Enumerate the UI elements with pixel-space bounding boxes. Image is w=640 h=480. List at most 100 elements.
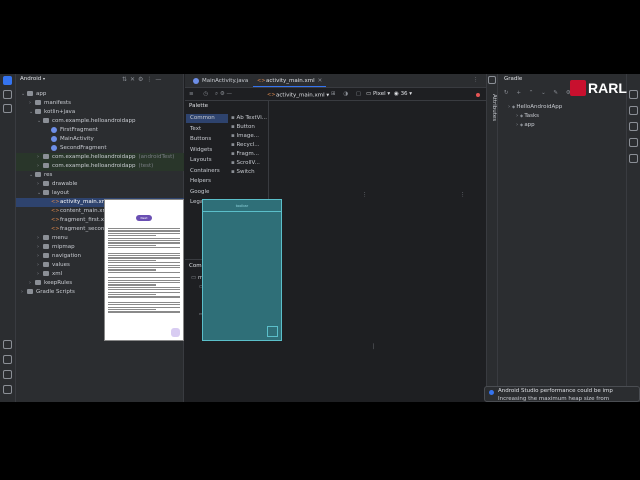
error-indicator-icon[interactable]	[476, 93, 480, 97]
folder-icon	[35, 109, 41, 114]
preview-text-line	[108, 294, 156, 296]
preview-text-line	[108, 269, 156, 271]
notification-body: Increasing the maximum heap size from	[498, 396, 610, 402]
gradle-toolbar-icons[interactable]: ↻ + ⌃ ⌄ ✎ ⚙	[504, 90, 574, 97]
palette-widget[interactable]: ▪ Switch	[231, 168, 255, 177]
attributes-strip[interactable]: Attributes	[486, 74, 497, 402]
palette-category[interactable]: Google	[186, 188, 228, 197]
performance-notification[interactable]: Android Studio performance could be imp …	[484, 386, 640, 402]
tab-activity-main[interactable]: <>activity_main.xml ✕	[253, 76, 327, 87]
gradle-tree-row[interactable]: › ◆ app	[516, 122, 535, 129]
layout-file-selector[interactable]: <>activity_main.xml ▾	[267, 92, 329, 99]
preview-text-line	[108, 244, 156, 246]
palette-category[interactable]: Widgets	[186, 146, 228, 155]
project-tool-icon[interactable]	[3, 76, 12, 85]
api-selector[interactable]: ◉ 36 ▾	[394, 91, 412, 98]
preview-text-line	[108, 296, 180, 298]
commit-tool-icon[interactable]	[3, 90, 12, 99]
palette-widget[interactable]: ▪ Fragm...	[231, 150, 259, 159]
folder-icon	[43, 271, 49, 276]
tree-item-label: SecondFragment	[60, 145, 107, 151]
palette-category[interactable]: Buttons	[186, 135, 228, 144]
preview-text-line	[108, 284, 156, 286]
preview-text-line	[108, 291, 180, 293]
running-devices-icon[interactable]	[629, 154, 638, 163]
preview-text-line	[108, 271, 180, 273]
build-tool-icon[interactable]	[3, 340, 12, 349]
tree-item[interactable]: › drawable	[16, 180, 184, 189]
terminal-tool-icon[interactable]	[3, 370, 12, 379]
tree-item-label: manifests	[44, 100, 71, 106]
widget-label: ScrollV...	[236, 160, 260, 166]
palette-toggle-icon[interactable]	[488, 76, 496, 84]
palette-category[interactable]: Common	[186, 114, 228, 123]
tree-item[interactable]: ⌄ com.example.helloandroidapp	[16, 117, 184, 126]
palette-search-icon[interactable]: ⌕ ⚙ —	[215, 91, 232, 98]
gradle-tree-row[interactable]: › ◆ Tasks	[516, 113, 539, 120]
layout-preview[interactable]: Next	[104, 199, 184, 341]
notification-title: Android Studio performance could be imp	[498, 388, 613, 394]
preview-fab[interactable]	[171, 328, 180, 337]
tree-item[interactable]: SecondFragment	[16, 144, 184, 153]
preview-text-line	[108, 289, 180, 291]
blueprint-more-icon[interactable]: ⋮	[460, 192, 466, 199]
palette-widget[interactable]: ▪ Button	[231, 123, 255, 132]
preview-text-line	[108, 237, 180, 239]
toolbar-left-icons[interactable]: ≡ ◷	[189, 91, 212, 98]
device-label: Pixel	[372, 91, 386, 97]
view-mode-icons[interactable]: ⊞ ◑ ▢	[331, 91, 364, 98]
tree-item[interactable]: ⌄ kotlin+java	[16, 108, 184, 117]
component-icon: ▭	[191, 275, 198, 281]
tab-mainactivity-label: MainActivity.java	[202, 78, 249, 84]
device-selector[interactable]: ▭ Pixel ▾	[366, 91, 390, 98]
preview-next-button[interactable]: Next	[136, 215, 152, 221]
folder-icon	[35, 172, 41, 177]
device-manager-icon[interactable]	[629, 122, 638, 131]
rarl-logo: RARL	[570, 78, 638, 98]
palette-category[interactable]: Layouts	[186, 156, 228, 165]
tree-item-suffix: (androidTest)	[138, 154, 175, 160]
tree-item[interactable]: FirstFragment	[16, 126, 184, 135]
tree-item[interactable]: MainActivity	[16, 135, 184, 144]
palette-widget[interactable]: ▪ Ab TextVi...	[231, 114, 267, 123]
palette-widget[interactable]: ▪ Recycl...	[231, 141, 260, 150]
tree-item[interactable]: ⌄ app	[16, 90, 184, 99]
editor-tabs: MainActivity.java <>activity_main.xml ✕ ⋮	[185, 74, 486, 88]
gradle-tree-row[interactable]: › ◆ HelloAndroidApp	[508, 104, 563, 111]
tree-item[interactable]: › com.example.helloandroidapp (test)	[16, 162, 184, 171]
preview-text-line	[108, 232, 180, 234]
tree-item-label: com.example.helloandroidapp	[52, 163, 136, 169]
palette-category[interactable]: Helpers	[186, 177, 228, 186]
preview-text-line	[108, 262, 180, 264]
gradle-panel: Gradle ↻ + ⌃ ⌄ ✎ ⚙ › ◆ HelloAndroidApp › …	[497, 74, 626, 402]
project-panel-actions[interactable]: ⇅✕⚙⋮—	[122, 76, 164, 83]
gradle-tool-icon[interactable]	[629, 106, 638, 115]
tree-item[interactable]: › manifests	[16, 99, 184, 108]
tree-item-label: com.example.helloandroidapp	[52, 154, 136, 160]
gradle-row-label: HelloAndroidApp	[516, 104, 563, 110]
palette-category[interactable]: Text	[186, 125, 228, 134]
tree-item-label: keepRules	[44, 280, 73, 286]
tree-item[interactable]: › com.example.helloandroidapp (androidTest…	[16, 153, 184, 162]
structure-tool-icon[interactable]	[3, 104, 12, 113]
problems-tool-icon[interactable]	[3, 385, 12, 394]
palette-widget[interactable]: ▪ ScrollV...	[231, 159, 260, 168]
blueprint-fab	[267, 326, 278, 337]
preview-more-icon[interactable]: ⋮	[362, 192, 368, 199]
run-tool-icon[interactable]	[3, 355, 12, 364]
folder-icon	[43, 244, 49, 249]
folder-icon	[43, 262, 49, 267]
blueprint-view[interactable]: toolbar	[202, 199, 282, 341]
palette-category[interactable]: Containers	[186, 167, 228, 176]
preview-text-line	[108, 264, 180, 266]
xml-file-icon: <>	[51, 198, 60, 205]
palette-widget[interactable]: ▪ Image...	[231, 132, 259, 141]
tabs-more-icon[interactable]: ⋮	[473, 77, 479, 84]
widget-label: Switch	[236, 169, 255, 175]
project-view-selector[interactable]: Android ▾	[20, 76, 45, 83]
tab-mainactivity[interactable]: MainActivity.java	[189, 76, 252, 87]
tree-item[interactable]: ⌄ layout	[16, 189, 184, 198]
tree-item[interactable]: ⌄ res	[16, 171, 184, 180]
gemini-tool-icon[interactable]	[629, 138, 638, 147]
folder-icon	[43, 163, 49, 168]
